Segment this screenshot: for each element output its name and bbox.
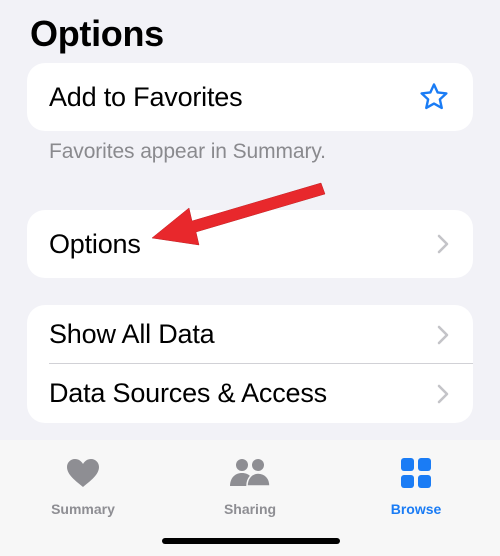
options-label: Options (49, 228, 141, 259)
heart-icon (66, 458, 100, 493)
tab-summary-label: Summary (51, 501, 115, 517)
grid-icon (401, 458, 431, 493)
data-sources-access-row[interactable]: Data Sources & Access (27, 364, 473, 423)
options-row[interactable]: Options (27, 210, 473, 278)
data-sources-access-label: Data Sources & Access (49, 378, 327, 408)
people-icon (228, 458, 272, 493)
star-icon[interactable] (417, 80, 451, 114)
data-card: Show All Data Data Sources & Access (27, 305, 473, 423)
chevron-right-icon (435, 323, 451, 347)
section-title: Options (30, 13, 164, 54)
tab-sharing[interactable]: Sharing (195, 458, 305, 517)
home-indicator[interactable] (162, 538, 340, 544)
show-all-data-label: Show All Data (49, 319, 215, 349)
tab-sharing-label: Sharing (223, 501, 277, 517)
add-to-favorites-row[interactable]: Add to Favorites (27, 63, 473, 131)
favorites-footer-text: Favorites appear in Summary. (49, 140, 326, 163)
tab-summary[interactable]: Summary (28, 458, 138, 517)
chevron-right-icon (435, 232, 451, 256)
add-to-favorites-label: Add to Favorites (49, 81, 243, 112)
show-all-data-row[interactable]: Show All Data (27, 305, 473, 364)
tab-browse[interactable]: Browse (361, 458, 471, 517)
favorites-card: Add to Favorites (27, 63, 473, 131)
options-card: Options (27, 210, 473, 278)
chevron-right-icon (435, 382, 451, 406)
tab-browse-label: Browse (390, 501, 442, 517)
